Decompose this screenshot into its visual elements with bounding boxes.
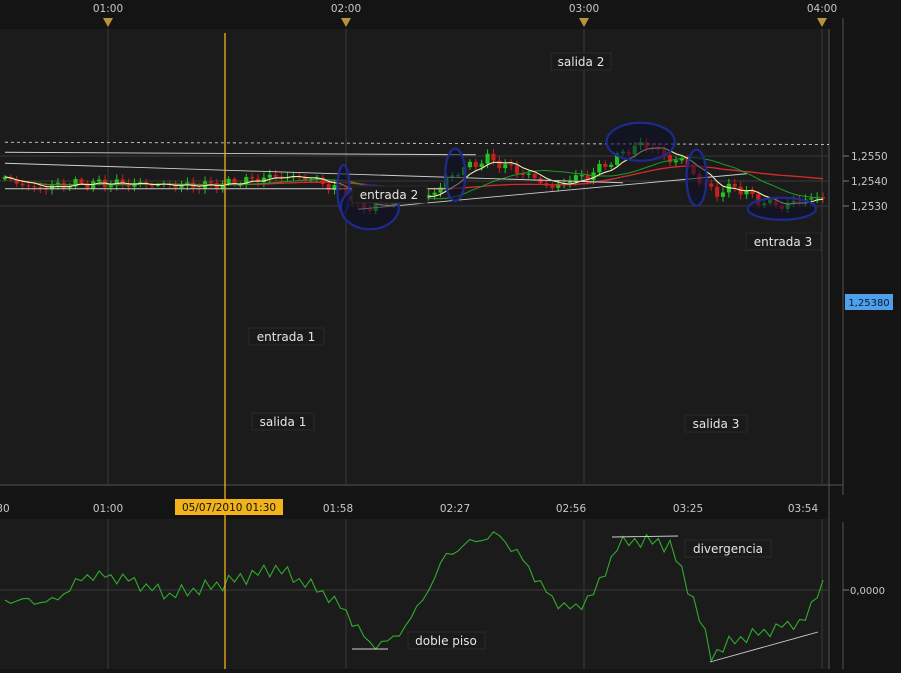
candle-body — [250, 177, 255, 179]
ellipse-entrada3 — [685, 148, 708, 207]
candle-body — [226, 178, 231, 184]
candle-body — [38, 187, 43, 189]
top-tick-label: 01:00 — [93, 3, 123, 15]
candle-body — [809, 198, 814, 200]
candle-body — [732, 183, 737, 187]
label-salida-3: salida 3 — [684, 414, 748, 433]
cursor-time-label: 05/07/2010 01:30 — [182, 502, 276, 514]
svg-text:entrada 2: entrada 2 — [360, 188, 418, 202]
svg-text:salida 3: salida 3 — [693, 417, 740, 431]
price-chart[interactable]: 01:00 02:00 03:00 04:00 30 01:00 01:58 02:27 02… — [0, 0, 901, 669]
candle-body — [573, 175, 578, 181]
candle-body — [26, 185, 31, 187]
bottom-tick-label: 03:54 — [788, 503, 819, 515]
ellipse-salida2 — [605, 121, 676, 162]
price-tick-label: 1,2540 — [851, 176, 888, 188]
label-divergencia: divergencia — [684, 539, 772, 558]
candle-body — [108, 185, 113, 188]
label-salida-2: salida 2 — [550, 52, 612, 71]
svg-text:salida 2: salida 2 — [558, 55, 605, 69]
svg-text:entrada 1: entrada 1 — [257, 330, 315, 344]
candle-body — [273, 174, 278, 177]
time-marker-icon — [817, 18, 827, 27]
ellipse-entrada2 — [444, 147, 467, 202]
bottom-tick-label: 01:58 — [323, 503, 353, 515]
candle-body — [532, 173, 537, 179]
time-marker-icon — [341, 18, 351, 27]
candle-body — [491, 153, 496, 161]
candle-body — [609, 164, 614, 167]
ellipse-salida3 — [746, 196, 817, 221]
candle-body — [479, 163, 484, 167]
candle-body — [579, 175, 584, 177]
bottom-tick-label: 02:56 — [556, 503, 587, 515]
candle-body — [473, 161, 478, 167]
candle-body — [509, 164, 514, 166]
candle-body — [97, 179, 102, 182]
candle-body — [503, 164, 508, 169]
price-tick-label: 1,2550 — [851, 151, 888, 163]
label-entrada-2: entrada 2 — [351, 185, 428, 204]
svg-text:entrada 3: entrada 3 — [754, 235, 812, 249]
label-salida-1: salida 1 — [251, 412, 315, 431]
time-marker-icon — [103, 18, 113, 27]
label-entrada-3: entrada 3 — [745, 232, 822, 251]
chart-window: 01:00 02:00 03:00 04:00 30 01:00 01:58 02:27 02… — [0, 0, 901, 669]
time-marker-icon — [579, 18, 589, 27]
candle-body — [267, 174, 272, 178]
top-axis-bar — [0, 0, 901, 18]
top-tick-label: 04:00 — [807, 3, 837, 15]
candle-body — [673, 160, 678, 163]
candle-body — [485, 153, 490, 164]
candle-body — [709, 183, 714, 187]
price-tick-label: 1,2530 — [851, 201, 888, 213]
candle-body — [332, 185, 337, 190]
svg-text:salida 1: salida 1 — [260, 415, 307, 429]
candle-body — [467, 161, 472, 168]
osc-zero-label: 0,0000 — [850, 586, 885, 597]
bottom-tick-label: 03:25 — [673, 503, 703, 515]
candle-body — [150, 185, 155, 187]
bottom-tick-label: 01:00 — [93, 503, 123, 515]
candle-body — [514, 165, 520, 174]
top-tick-label: 02:00 — [331, 3, 361, 15]
candle-body — [550, 185, 555, 188]
candle-body — [32, 186, 37, 188]
candle-body — [715, 186, 720, 197]
candle-body — [432, 192, 437, 195]
candle-body — [603, 163, 608, 167]
candle-body — [526, 173, 531, 175]
candle-body — [597, 163, 602, 173]
candle-body — [720, 192, 726, 197]
svg-text:doble piso: doble piso — [415, 634, 477, 648]
candle-body — [497, 160, 502, 169]
current-price-label: 1,25380 — [848, 298, 889, 309]
candle-body — [79, 179, 84, 184]
label-entrada-1: entrada 1 — [248, 327, 325, 346]
bottom-tick-label: 30 — [0, 503, 10, 515]
svg-text:divergencia: divergencia — [693, 542, 763, 556]
top-tick-label: 03:00 — [569, 3, 599, 15]
candle-body — [20, 183, 25, 186]
price-axis: 1,2550 1,2540 1,2530 — [843, 151, 888, 213]
label-doble-piso: doble piso — [407, 631, 486, 650]
candle-body — [208, 181, 214, 183]
bottom-tick-label: 02:27 — [440, 503, 470, 515]
